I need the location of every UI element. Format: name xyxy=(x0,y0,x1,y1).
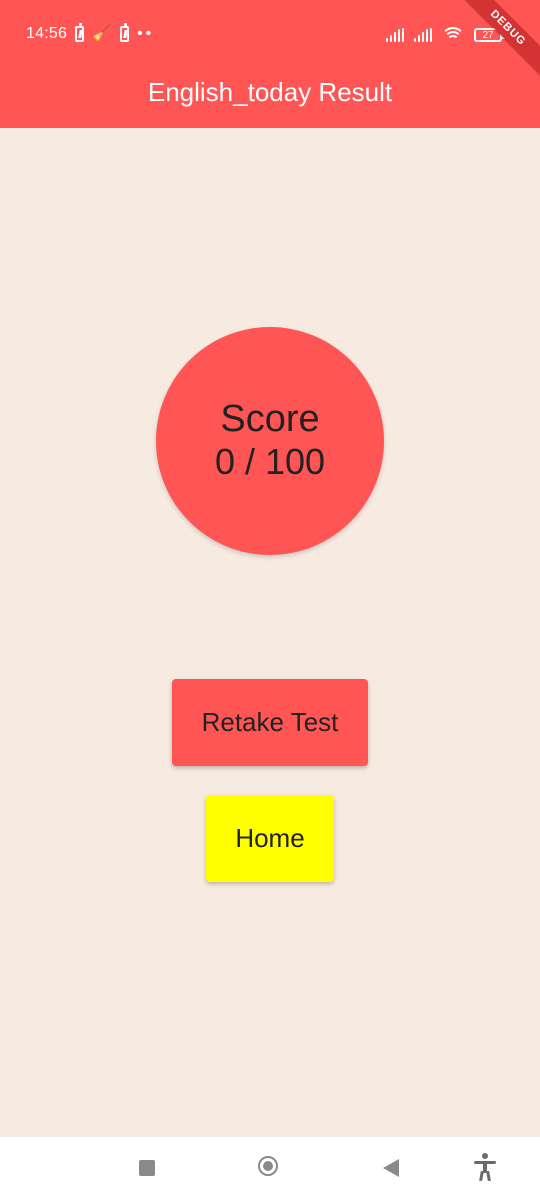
retake-test-label: Retake Test xyxy=(201,707,339,737)
score-value: 0 / 100 xyxy=(214,441,326,482)
app-bar: 14:56 🧹 •• 27 DEBUG English_today Result xyxy=(0,0,540,128)
cleaner-icon: 🧹 xyxy=(92,25,112,42)
status-time: 14:56 xyxy=(26,25,68,42)
battery-level: 27 xyxy=(482,29,494,41)
retake-test-button[interactable]: Retake Test xyxy=(172,679,368,766)
recents-icon[interactable] xyxy=(139,1160,155,1176)
signal-icon xyxy=(414,28,432,42)
battery-saver-icon xyxy=(119,23,129,42)
score-circle: Score 0 / 100 xyxy=(156,327,384,555)
system-nav-bar xyxy=(0,1136,540,1201)
page-title: English_today Result xyxy=(147,77,393,107)
back-icon[interactable] xyxy=(383,1159,399,1177)
status-bar-left: 14:56 🧹 •• xyxy=(26,22,154,46)
status-bar-right: 27 xyxy=(386,24,505,46)
battery-saver-icon xyxy=(75,23,85,42)
signal-icon xyxy=(386,28,404,42)
accessibility-icon[interactable] xyxy=(472,1153,498,1183)
home-icon[interactable] xyxy=(258,1156,278,1176)
wifi-icon xyxy=(441,27,465,43)
score-label: Score xyxy=(220,398,320,440)
home-label: Home xyxy=(235,823,305,853)
home-button[interactable]: Home xyxy=(206,795,334,882)
more-notifications-icon: •• xyxy=(136,25,155,42)
